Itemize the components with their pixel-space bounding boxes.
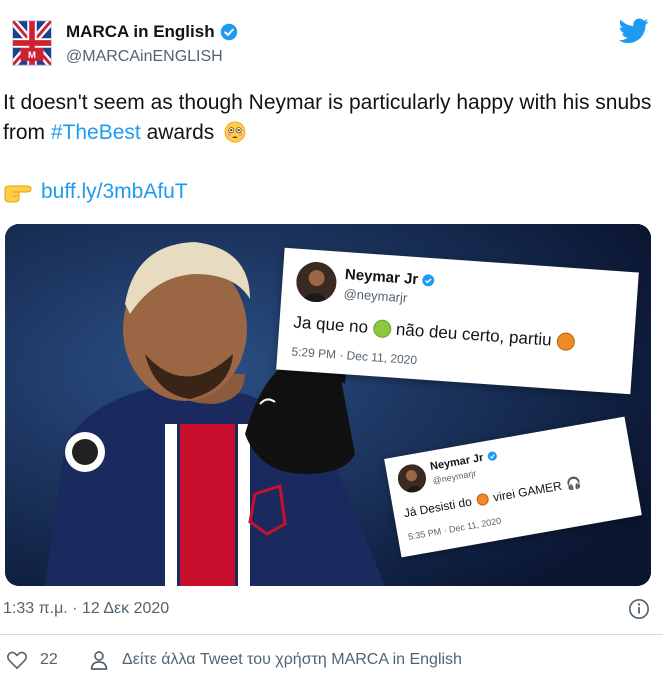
verified-badge-icon [220, 23, 237, 41]
flushed-face-emoji-icon [224, 121, 246, 143]
embedded-tweet-time: 5:35 PM · Dec 11, 2020 [407, 515, 502, 542]
embedded-tweet-text-part: Ja que no [292, 312, 369, 337]
basketball-icon [475, 492, 490, 507]
tweet-text: It doesn't seem as though Neymar is part… [3, 88, 653, 148]
tennis-ball-icon [372, 319, 392, 339]
footer-divider [0, 634, 663, 635]
info-icon[interactable] [628, 598, 650, 620]
union-jack-icon: M [13, 21, 51, 65]
person-icon [90, 651, 108, 670]
neymar-avatar [395, 462, 429, 495]
embedded-tweet-text: Já Desisti do virei GAMER 🎧 [403, 475, 583, 520]
tweet-card: M MARCA in English @MARCAinENGLISH It do… [0, 0, 663, 681]
shortened-link[interactable]: buff.ly/3mbAfuT [41, 180, 188, 204]
basketball-icon [555, 331, 576, 352]
tweet-actions: 22 Δείτε άλλα Tweet του χρήστη MARCA in … [6, 650, 462, 670]
neymar-avatar-icon [295, 260, 338, 304]
twitter-bird-icon[interactable] [619, 18, 649, 44]
embedded-tweet-time: 5:29 PM · Dec 11, 2020 [290, 344, 418, 368]
heart-icon[interactable] [6, 650, 28, 670]
like-count[interactable]: 22 [40, 651, 80, 669]
embedded-tweet-text: Ja que no não deu certo, partiu [292, 312, 576, 353]
embedded-tweet-name: Neymar Jr [344, 266, 435, 289]
embedded-tweet-handle: @neymarjr [343, 286, 408, 306]
embedded-tweet-text-part: Já Desisti do [402, 494, 473, 521]
hashtag-link[interactable]: #TheBest [51, 121, 141, 144]
more-tweets-link[interactable]: Δείτε άλλα Tweet του χρήστη MARCA in Eng… [122, 651, 462, 669]
neymar-avatar [295, 260, 338, 304]
verified-badge-icon [422, 274, 435, 287]
pointing-right-emoji-icon [4, 185, 32, 203]
display-name[interactable]: MARCA in English [66, 22, 215, 42]
account-avatar[interactable]: M [12, 20, 52, 66]
tweet-timestamp[interactable]: 1:33 π.μ. · 12 Δεκ 2020 [3, 600, 169, 618]
embedded-tweet-text-part: virei GAMER [492, 478, 563, 505]
svg-text:M: M [28, 50, 36, 61]
embedded-tweet-card: Neymar Jr @neymarjr Ja que no não deu ce… [276, 247, 639, 395]
verified-badge-icon [487, 451, 497, 461]
embedded-tweet-text-part: não deu certo, partiu [395, 319, 553, 350]
tweet-text-part: awards [140, 121, 215, 144]
embedded-tweet-name-text: Neymar Jr [429, 451, 485, 473]
account-name-row[interactable]: MARCA in English [66, 22, 238, 42]
link-row: buff.ly/3mbAfuT [3, 180, 188, 204]
tweet-media-image[interactable]: Neymar Jr @neymarjr Ja que no não deu ce… [5, 224, 651, 586]
account-handle[interactable]: @MARCAinENGLISH [66, 48, 223, 66]
embedded-tweet-name-text: Neymar Jr [344, 266, 419, 289]
headphones-icon: 🎧 [565, 475, 583, 492]
neymar-avatar-icon [395, 462, 429, 495]
